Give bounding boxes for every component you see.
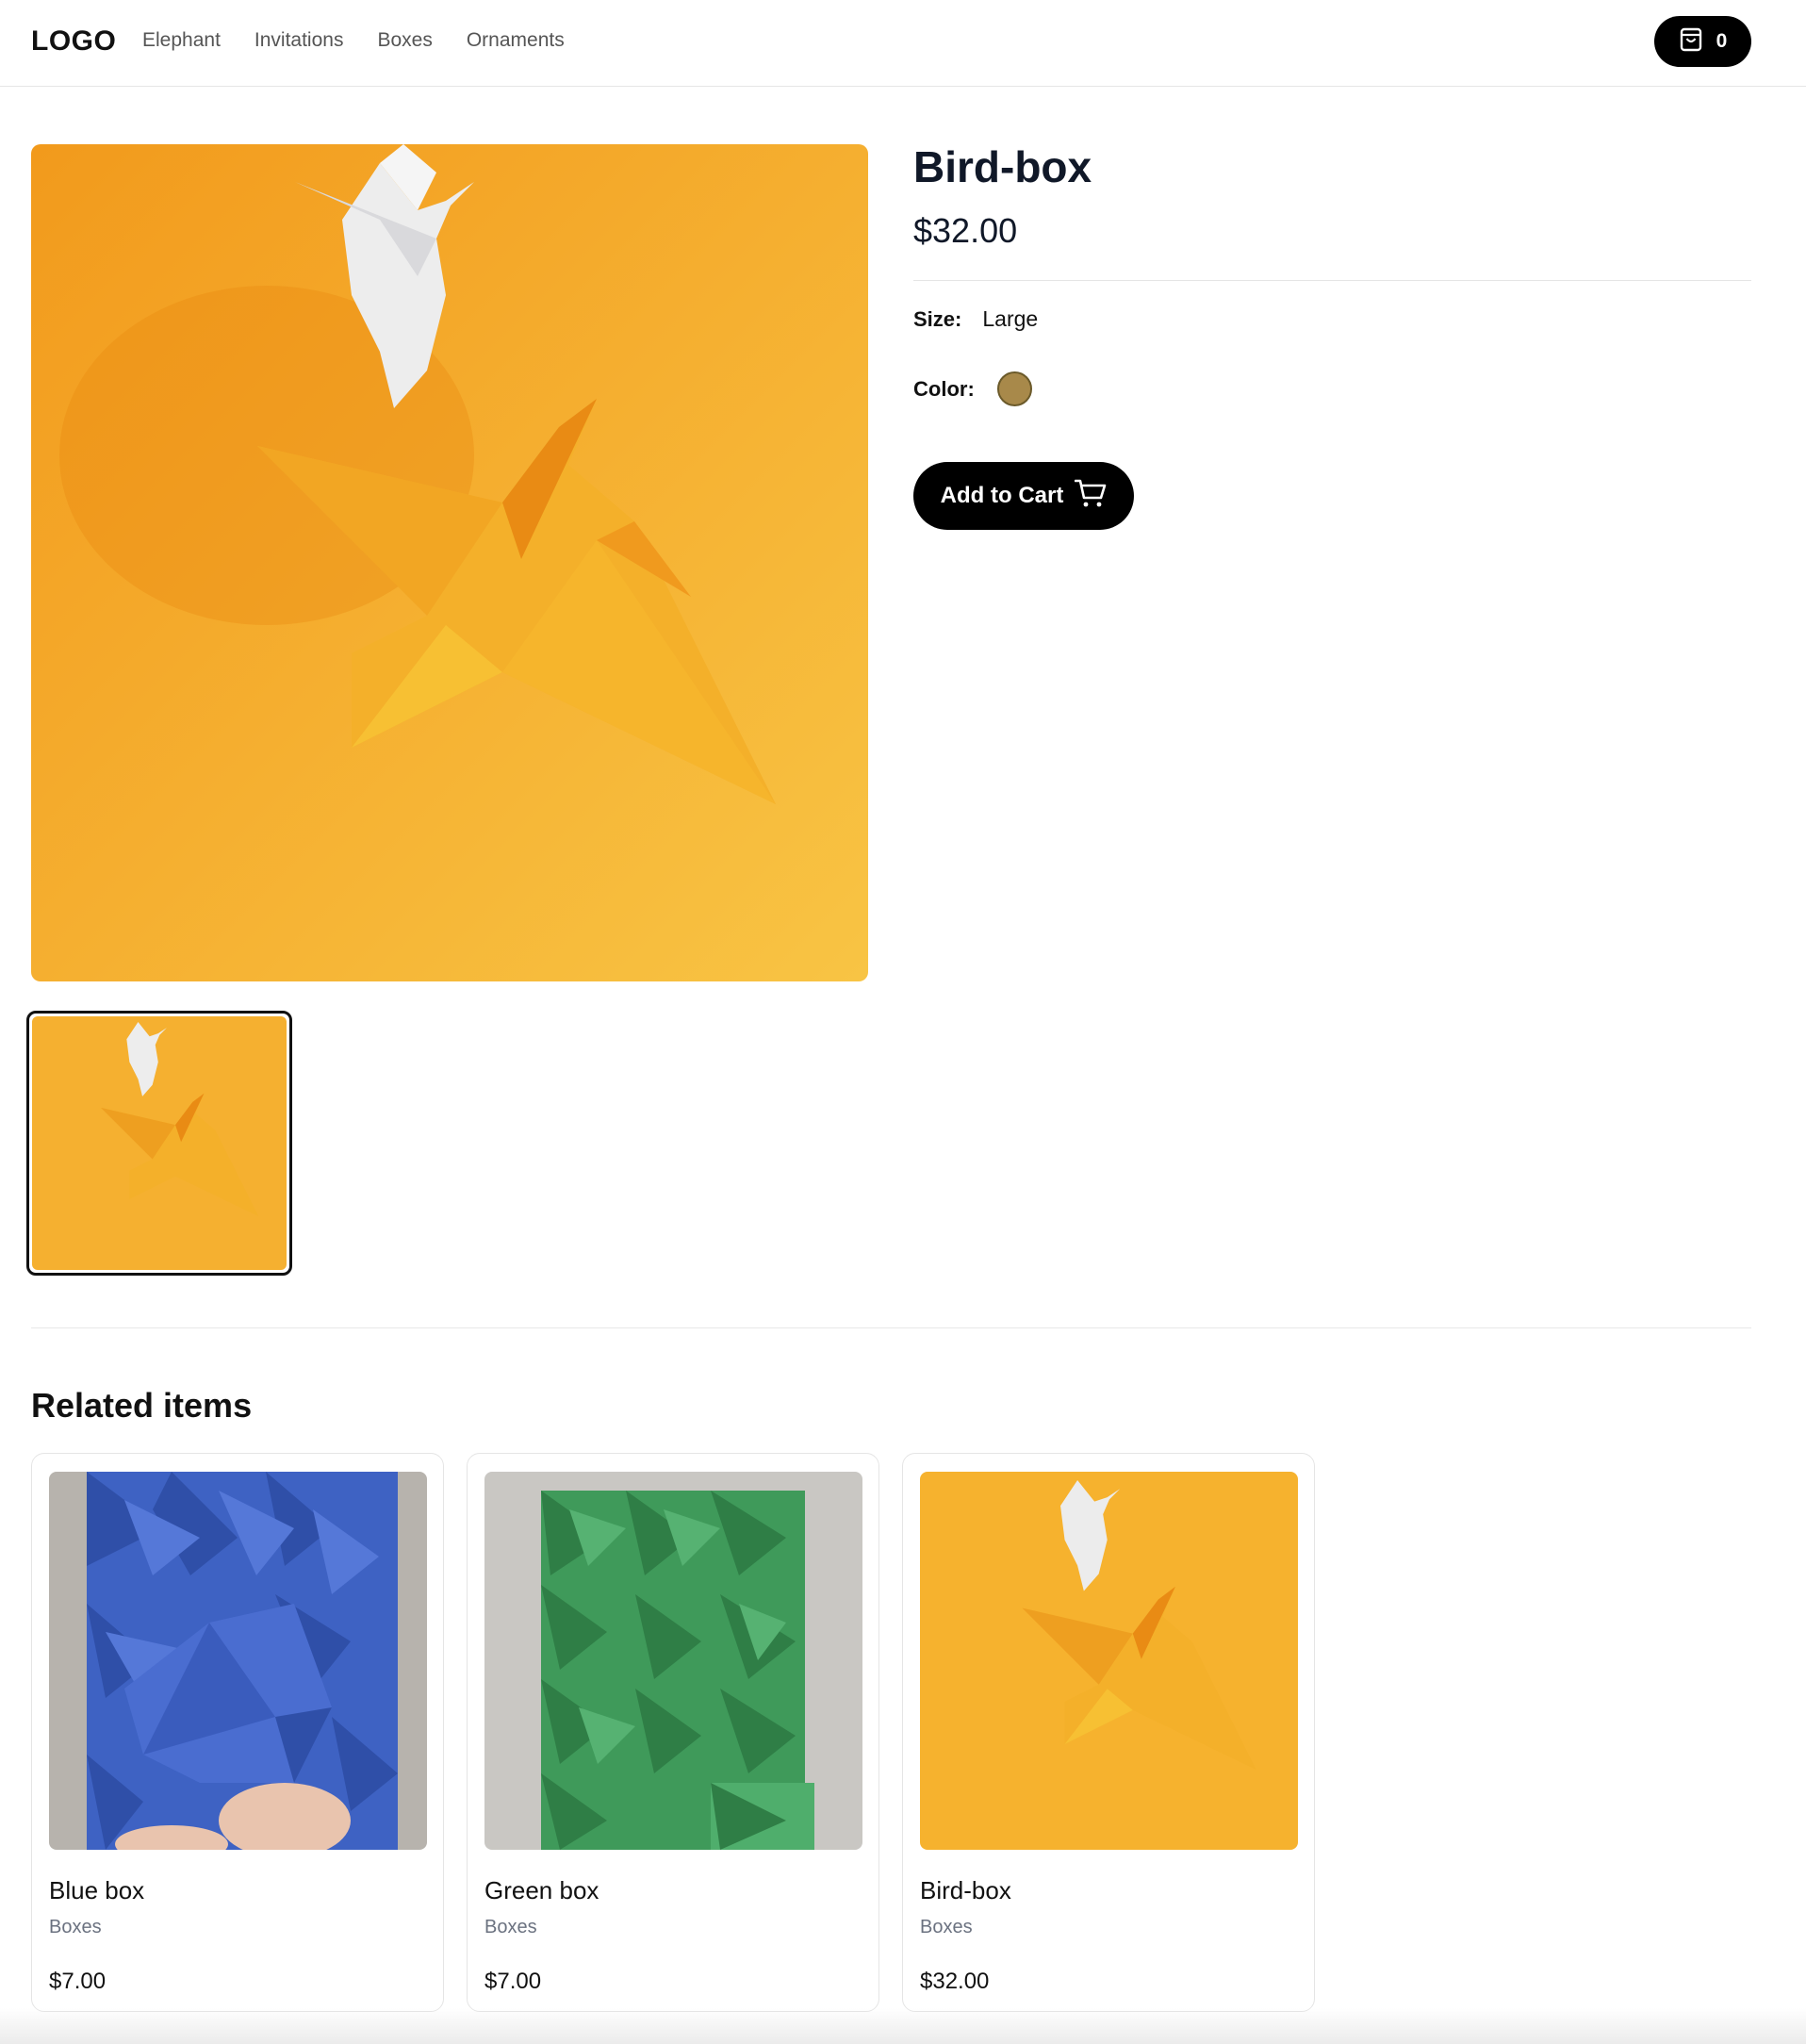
product-price: $32.00: [913, 211, 1018, 250]
product-price: $7.00: [484, 1969, 542, 1994]
related-item-card[interactable]: Bird-box Boxes $32.00: [902, 1453, 1315, 2012]
related-item-card[interactable]: Blue box Boxes $7.00: [31, 1453, 444, 2012]
cart-count: 0: [1716, 30, 1728, 52]
shopping-cart-icon: [1075, 478, 1107, 515]
product-category: Boxes: [49, 1917, 102, 1937]
product-price: $7.00: [49, 1969, 107, 1994]
color-label: Color:: [913, 376, 975, 401]
product-name[interactable]: Blue box: [49, 1876, 144, 1905]
color-option: Color:: [913, 371, 1032, 406]
divider: [913, 280, 1751, 281]
product-main-image: [31, 144, 868, 981]
size-value[interactable]: Large: [982, 306, 1038, 332]
product-image: [484, 1472, 862, 1850]
color-swatch[interactable]: [996, 371, 1032, 406]
product-name[interactable]: Bird-box: [920, 1876, 1011, 1905]
product-thumbnail[interactable]: [26, 1011, 292, 1276]
logo[interactable]: LOGO: [31, 25, 116, 58]
size-label: Size:: [913, 306, 962, 331]
product-title: Bird-box: [913, 142, 1092, 191]
add-to-cart-label: Add to Cart: [940, 483, 1064, 508]
nav-link-invitations[interactable]: Invitations: [254, 29, 344, 52]
main-nav: Elephant Invitations Boxes Ornaments: [142, 29, 565, 52]
nav-link-boxes[interactable]: Boxes: [377, 29, 432, 52]
product-category: Boxes: [484, 1917, 537, 1937]
related-item-card[interactable]: Green box Boxes $7.00: [467, 1453, 879, 2012]
add-to-cart-button[interactable]: Add to Cart: [913, 462, 1134, 530]
site-header: LOGO Elephant Invitations Boxes Ornament…: [0, 0, 1806, 87]
related-items-heading: Related items: [31, 1386, 253, 1425]
product-price: $32.00: [920, 1969, 990, 1994]
cart-button[interactable]: 0: [1654, 16, 1751, 67]
nav-link-elephant[interactable]: Elephant: [142, 29, 221, 52]
size-option: Size: Large: [913, 306, 1038, 332]
product-name[interactable]: Green box: [484, 1876, 599, 1905]
section-divider: [31, 1327, 1751, 1328]
shopping-bag-icon: [1679, 26, 1703, 58]
bottom-fade: [0, 2008, 1806, 2044]
product-category: Boxes: [920, 1917, 973, 1937]
product-image: [49, 1472, 427, 1850]
nav-link-ornaments[interactable]: Ornaments: [467, 29, 565, 52]
product-image: [920, 1472, 1298, 1850]
